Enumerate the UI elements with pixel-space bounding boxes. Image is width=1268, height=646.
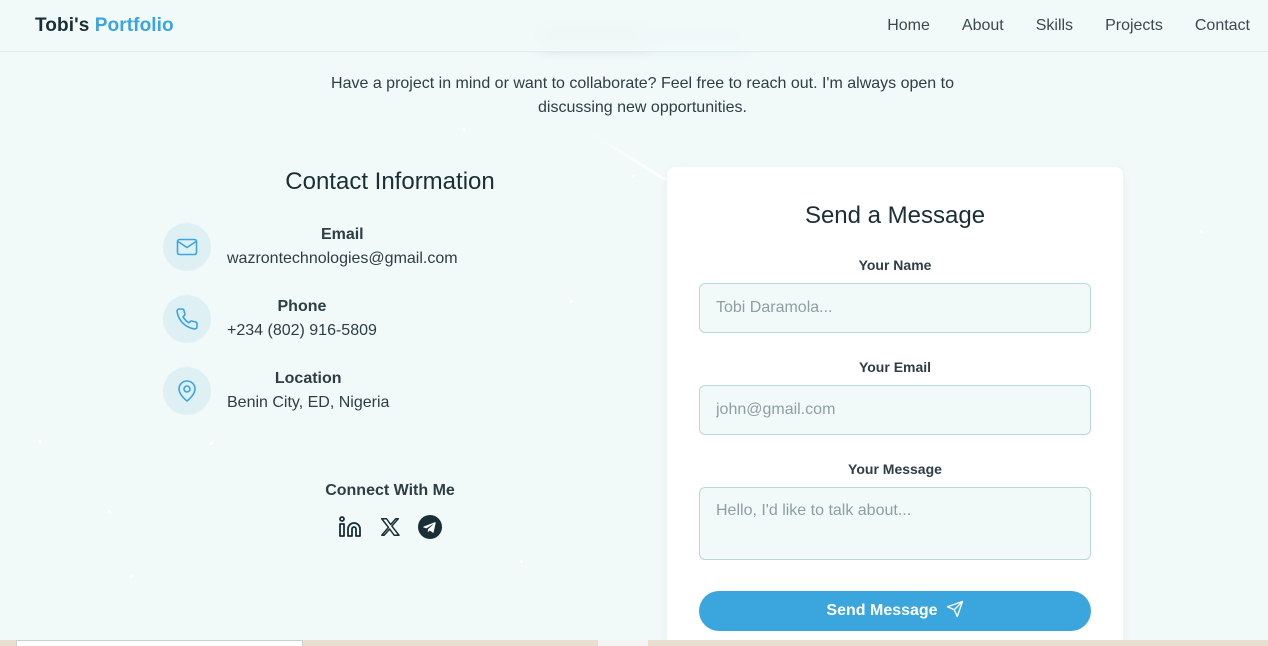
- bottom-center-panel: [598, 640, 648, 646]
- star-dot: [130, 575, 133, 578]
- phone-icon: [163, 295, 211, 343]
- email-value[interactable]: wazrontechnologies@gmail.com: [227, 250, 458, 268]
- nav-contact[interactable]: Contact: [1195, 17, 1250, 35]
- form-title: Send a Message: [804, 202, 986, 229]
- mail-icon: [163, 223, 211, 271]
- name-label: Your Name: [858, 257, 932, 273]
- email-text: Email wazrontechnologies@gmail.com: [227, 226, 458, 268]
- social-links: [160, 515, 620, 539]
- send-message-button[interactable]: Send Message: [699, 591, 1091, 631]
- intro-line-2: discussing new opportunities.: [537, 99, 747, 116]
- star-dot: [632, 175, 635, 178]
- connect-title: Connect With Me: [325, 482, 455, 499]
- contact-row-location: Location Benin City, ED, Nigeria: [163, 367, 389, 415]
- nav-home[interactable]: Home: [887, 17, 930, 35]
- telegram-icon[interactable]: [418, 515, 442, 539]
- logo-first-word: Tobi's: [35, 14, 90, 36]
- star-dot: [1200, 230, 1203, 233]
- email-field-label: Your Email: [858, 359, 932, 375]
- name-input[interactable]: [699, 283, 1091, 333]
- site-logo[interactable]: Tobi's Portfolio: [35, 15, 174, 37]
- location-value: Benin City, ED, Nigeria: [227, 394, 390, 411]
- intro-line-1: Have a project in mind or want to collab…: [331, 75, 954, 92]
- nav-projects[interactable]: Projects: [1105, 17, 1163, 35]
- x-icon[interactable]: [378, 515, 402, 539]
- contact-intro-text: Have a project in mind or want to collab…: [0, 72, 1268, 120]
- contact-information-title: Contact Information: [285, 168, 495, 195]
- message-textarea[interactable]: [699, 487, 1091, 560]
- email-label: Email: [320, 226, 364, 243]
- navbar: Tobi's Portfolio Home About Skills Proje…: [0, 0, 1268, 52]
- logo-second-word: Portfolio: [94, 14, 174, 36]
- nav-about[interactable]: About: [962, 17, 1004, 35]
- send-message-label: Send Message: [826, 602, 938, 619]
- star-dot: [38, 440, 41, 443]
- bottom-left-panel: [16, 640, 303, 646]
- nav-skills[interactable]: Skills: [1036, 17, 1073, 35]
- contact-row-phone: Phone +234 (802) 916-5809: [163, 295, 377, 343]
- phone-text: Phone +234 (802) 916-5809: [227, 298, 377, 340]
- message-label: Your Message: [848, 461, 942, 477]
- star-dot: [462, 128, 465, 131]
- star-dot: [570, 300, 573, 303]
- email-input[interactable]: [699, 385, 1091, 435]
- bottom-strip: [0, 640, 1268, 646]
- connect-section: Connect With Me: [160, 482, 620, 539]
- linkedin-icon[interactable]: [338, 515, 362, 539]
- star-dot: [520, 560, 523, 563]
- send-icon: [946, 600, 964, 623]
- contact-row-email: Email wazrontechnologies@gmail.com: [163, 223, 458, 271]
- phone-label: Phone: [277, 298, 327, 315]
- star-dot: [210, 442, 213, 445]
- map-pin-icon: [163, 367, 211, 415]
- location-text: Location Benin City, ED, Nigeria: [227, 370, 389, 412]
- star-dot: [108, 510, 111, 513]
- message-form-card: Send a Message Your Name Your Email Your…: [667, 167, 1123, 646]
- location-label: Location: [274, 370, 342, 387]
- phone-value[interactable]: +234 (802) 916-5809: [227, 322, 377, 340]
- nav-links: Home About Skills Projects Contact: [887, 17, 1250, 35]
